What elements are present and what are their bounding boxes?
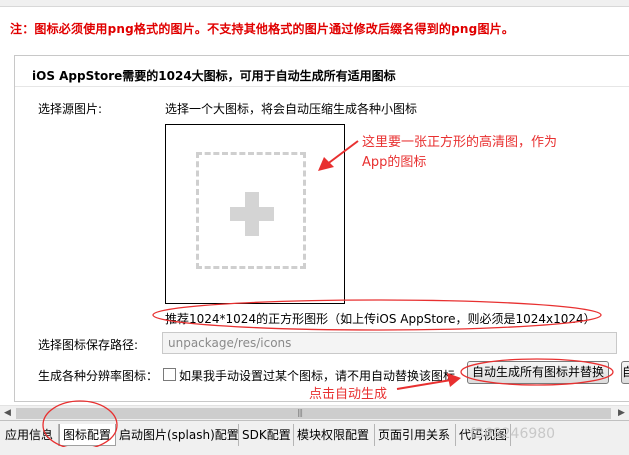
annotation-arrow-icon — [318, 140, 359, 171]
auto-button-highlight-ellipse — [460, 358, 614, 386]
watermark-text: f368246980 — [470, 426, 556, 442]
annotation-click-auto: 点击自动生成 — [309, 387, 388, 402]
source-image-label: 选择源图片: — [38, 102, 103, 116]
recommend-highlight-ellipse — [152, 299, 602, 331]
manual-replace-checkbox[interactable] — [163, 368, 176, 381]
plus-icon-bar — [230, 207, 274, 221]
active-tab-highlight-ellipse — [42, 400, 118, 450]
source-image-hint: 选择一个大图标，将会自动压缩生成各种小图标 — [165, 102, 418, 116]
bottom-edge — [0, 447, 629, 455]
tab-page-references[interactable]: 页面引用关系 — [375, 424, 456, 446]
top-panel-header — [0, 0, 629, 7]
png-warning-text: 注：图标必须使用png格式的图片。不支持其他格式的图片通过修改后缀名得到的png… — [10, 22, 515, 36]
tab-sdk-config[interactable]: SDK配置 — [239, 424, 294, 446]
scroll-right-icon[interactable]: ▶ — [614, 406, 629, 421]
secondary-button[interactable]: 自 — [621, 361, 629, 384]
tab-splash-config[interactable]: 启动图片(splash)配置 — [116, 424, 239, 446]
scrollbar-grip-icon: ||| — [297, 408, 303, 417]
group-title: iOS AppStore需要的1024大图标，可用于自动生成所有适用图标 — [32, 69, 396, 83]
tab-module-permission[interactable]: 模块权限配置 — [294, 424, 375, 446]
scroll-left-icon[interactable]: ◀ — [0, 406, 15, 421]
generate-label: 生成各种分辨率图标： — [38, 369, 159, 383]
annotation-square-line1: 这里要一张正方形的高清图，作为 — [362, 135, 558, 150]
save-path-label: 选择图标保存路径: — [38, 338, 139, 352]
annotation-square-line2: App的图标 — [362, 155, 427, 170]
click-arrow-icon — [396, 373, 461, 390]
group-divider — [15, 86, 629, 87]
save-path-input[interactable]: unpackage/res/icons — [162, 332, 617, 354]
